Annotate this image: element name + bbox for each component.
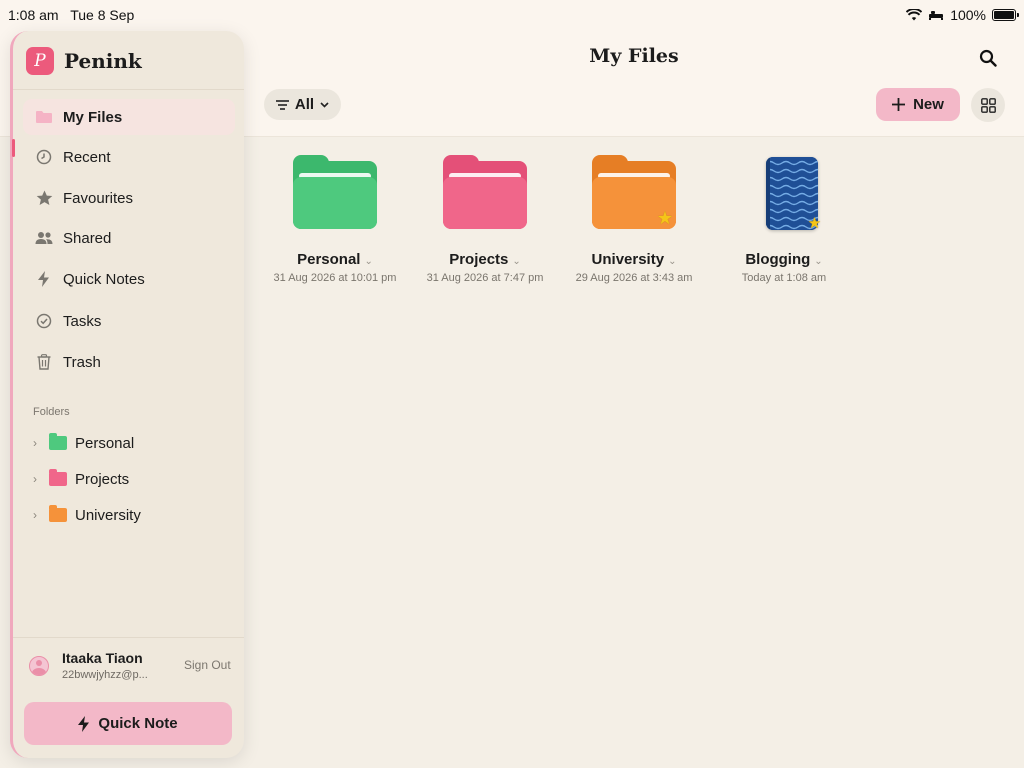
search-icon [979, 49, 997, 67]
search-button[interactable] [974, 44, 1002, 72]
sidebar-folder-label: University [75, 506, 141, 524]
file-tile-projects[interactable]: Projects ⌄ 31 Aug 2026 at 7:47 pm [410, 155, 560, 290]
file-name[interactable]: Blogging ⌄ [709, 251, 859, 268]
file-date: 29 Aug 2026 at 3:43 am [575, 272, 693, 284]
file-tile-blogging[interactable]: ★ Blogging ⌄ Today at 1:08 am [709, 155, 859, 290]
chevron-right-icon[interactable]: › [29, 508, 41, 522]
file-name[interactable]: University ⌄ [559, 251, 709, 268]
file-date: Today at 1:08 am [741, 272, 827, 284]
sidebar-item-label: Quick Notes [63, 270, 145, 288]
sidebar-folder-projects[interactable]: › Projects [29, 464, 235, 494]
active-indicator [12, 139, 15, 157]
folders-section-label: Folders [33, 406, 70, 418]
sidebar-folder-label: Personal [75, 434, 135, 452]
sidebar-item-label: Trash [63, 353, 101, 371]
trash-icon [35, 353, 53, 371]
file-tile-university[interactable]: ★ University ⌄ 29 Aug 2026 at 3:43 am [559, 155, 709, 290]
file-date: 31 Aug 2026 at 10:01 pm [273, 272, 397, 284]
sidebar-item-label: Favourites [63, 189, 134, 207]
page-title: My Files [589, 45, 679, 67]
new-label: New [913, 96, 944, 113]
folder-icon: ★ [592, 155, 676, 231]
folder-icon [293, 155, 377, 231]
filter-icon [275, 99, 289, 110]
user-email: 22bwwjyhzz@p... [62, 669, 148, 681]
sidebar-item-quick-notes[interactable]: Quick Notes [23, 261, 235, 297]
file-name-text: Projects [449, 251, 509, 268]
file-name-text: Blogging [745, 251, 811, 268]
star-icon [35, 189, 53, 207]
plus-icon [892, 98, 906, 111]
status-bar: 1:08 am Tue 8 Sep 100% [0, 0, 1024, 30]
chevron-down-icon[interactable]: ⌄ [512, 256, 520, 267]
status-date: Tue 8 Sep [70, 7, 135, 23]
folder-icon [49, 469, 67, 486]
quick-note-label: Quick Note [98, 715, 178, 732]
notebook-icon: ★ [742, 155, 826, 231]
sidebar-folder-university[interactable]: › University [29, 500, 235, 530]
sidebar-item-my-files[interactable]: My Files [23, 99, 235, 135]
people-icon [35, 229, 53, 247]
sidebar-item-recent[interactable]: Recent [23, 139, 235, 175]
battery-percent: 100% [950, 7, 986, 23]
divider [13, 637, 244, 638]
chevron-down-icon [320, 101, 329, 108]
filter-label: All [294, 96, 315, 113]
favourite-star-icon: ★ [807, 215, 822, 232]
grid-icon [980, 97, 996, 113]
sidebar-item-label: Recent [63, 148, 111, 166]
chevron-right-icon[interactable]: › [29, 472, 41, 486]
user-name: Itaaka Tiaon [62, 650, 143, 666]
app-logo: P [26, 47, 54, 75]
sidebar-folder-label: Projects [75, 470, 130, 488]
sidebar-item-label: Shared [63, 229, 112, 247]
status-left: 1:08 am Tue 8 Sep [8, 7, 142, 23]
file-name-text: Personal [297, 251, 361, 268]
brand: P Penink [26, 47, 142, 75]
sidebar: P Penink My Files Recent Favourites Shar… [10, 31, 244, 758]
sidebar-item-label: My Files [63, 108, 123, 126]
bolt-icon [35, 270, 53, 288]
sidebar-item-tasks[interactable]: Tasks [23, 303, 235, 339]
sidebar-item-trash[interactable]: Trash [23, 344, 235, 380]
folder-icon [49, 433, 67, 450]
wifi-icon [906, 9, 923, 21]
sidebar-item-label: Tasks [63, 312, 102, 330]
file-tile-personal[interactable]: Personal ⌄ 31 Aug 2026 at 10:01 pm [260, 155, 410, 290]
clock-icon [35, 148, 53, 166]
user-profile: Itaaka Tiaon 22bwwjyhzz@p... Sign Out [27, 648, 239, 688]
new-button[interactable]: New [876, 88, 960, 121]
sidebar-item-shared[interactable]: Shared [23, 220, 235, 256]
status-right: 100% [906, 7, 1019, 23]
favourite-star-icon: ★ [656, 208, 674, 228]
folder-icon [443, 155, 527, 231]
check-circle-icon [35, 312, 53, 330]
sidebar-folder-personal[interactable]: › Personal [29, 428, 235, 458]
sidebar-item-favourites[interactable]: Favourites [23, 180, 235, 216]
bed-icon [929, 11, 944, 20]
view-toggle-button[interactable] [971, 88, 1005, 122]
chevron-right-icon[interactable]: › [29, 436, 41, 450]
bolt-icon [78, 715, 90, 732]
folder-icon [49, 505, 67, 522]
avatar [29, 656, 49, 676]
chevron-down-icon[interactable]: ⌄ [668, 256, 676, 267]
quick-note-button[interactable]: Quick Note [24, 702, 232, 745]
chevron-down-icon[interactable]: ⌄ [814, 256, 822, 267]
chevron-down-icon[interactable]: ⌄ [364, 256, 372, 267]
battery-icon [992, 9, 1019, 21]
file-date: 31 Aug 2026 at 7:47 pm [426, 272, 544, 284]
folder-icon [35, 108, 53, 126]
file-name-text: University [591, 251, 665, 268]
file-name[interactable]: Projects ⌄ [410, 251, 560, 268]
filter-button[interactable]: All [264, 89, 341, 120]
app-name: Penink [64, 49, 142, 73]
sign-out-button[interactable]: Sign Out [184, 658, 231, 672]
divider [13, 89, 244, 90]
status-time: 1:08 am [8, 7, 59, 23]
file-name[interactable]: Personal ⌄ [260, 251, 410, 268]
